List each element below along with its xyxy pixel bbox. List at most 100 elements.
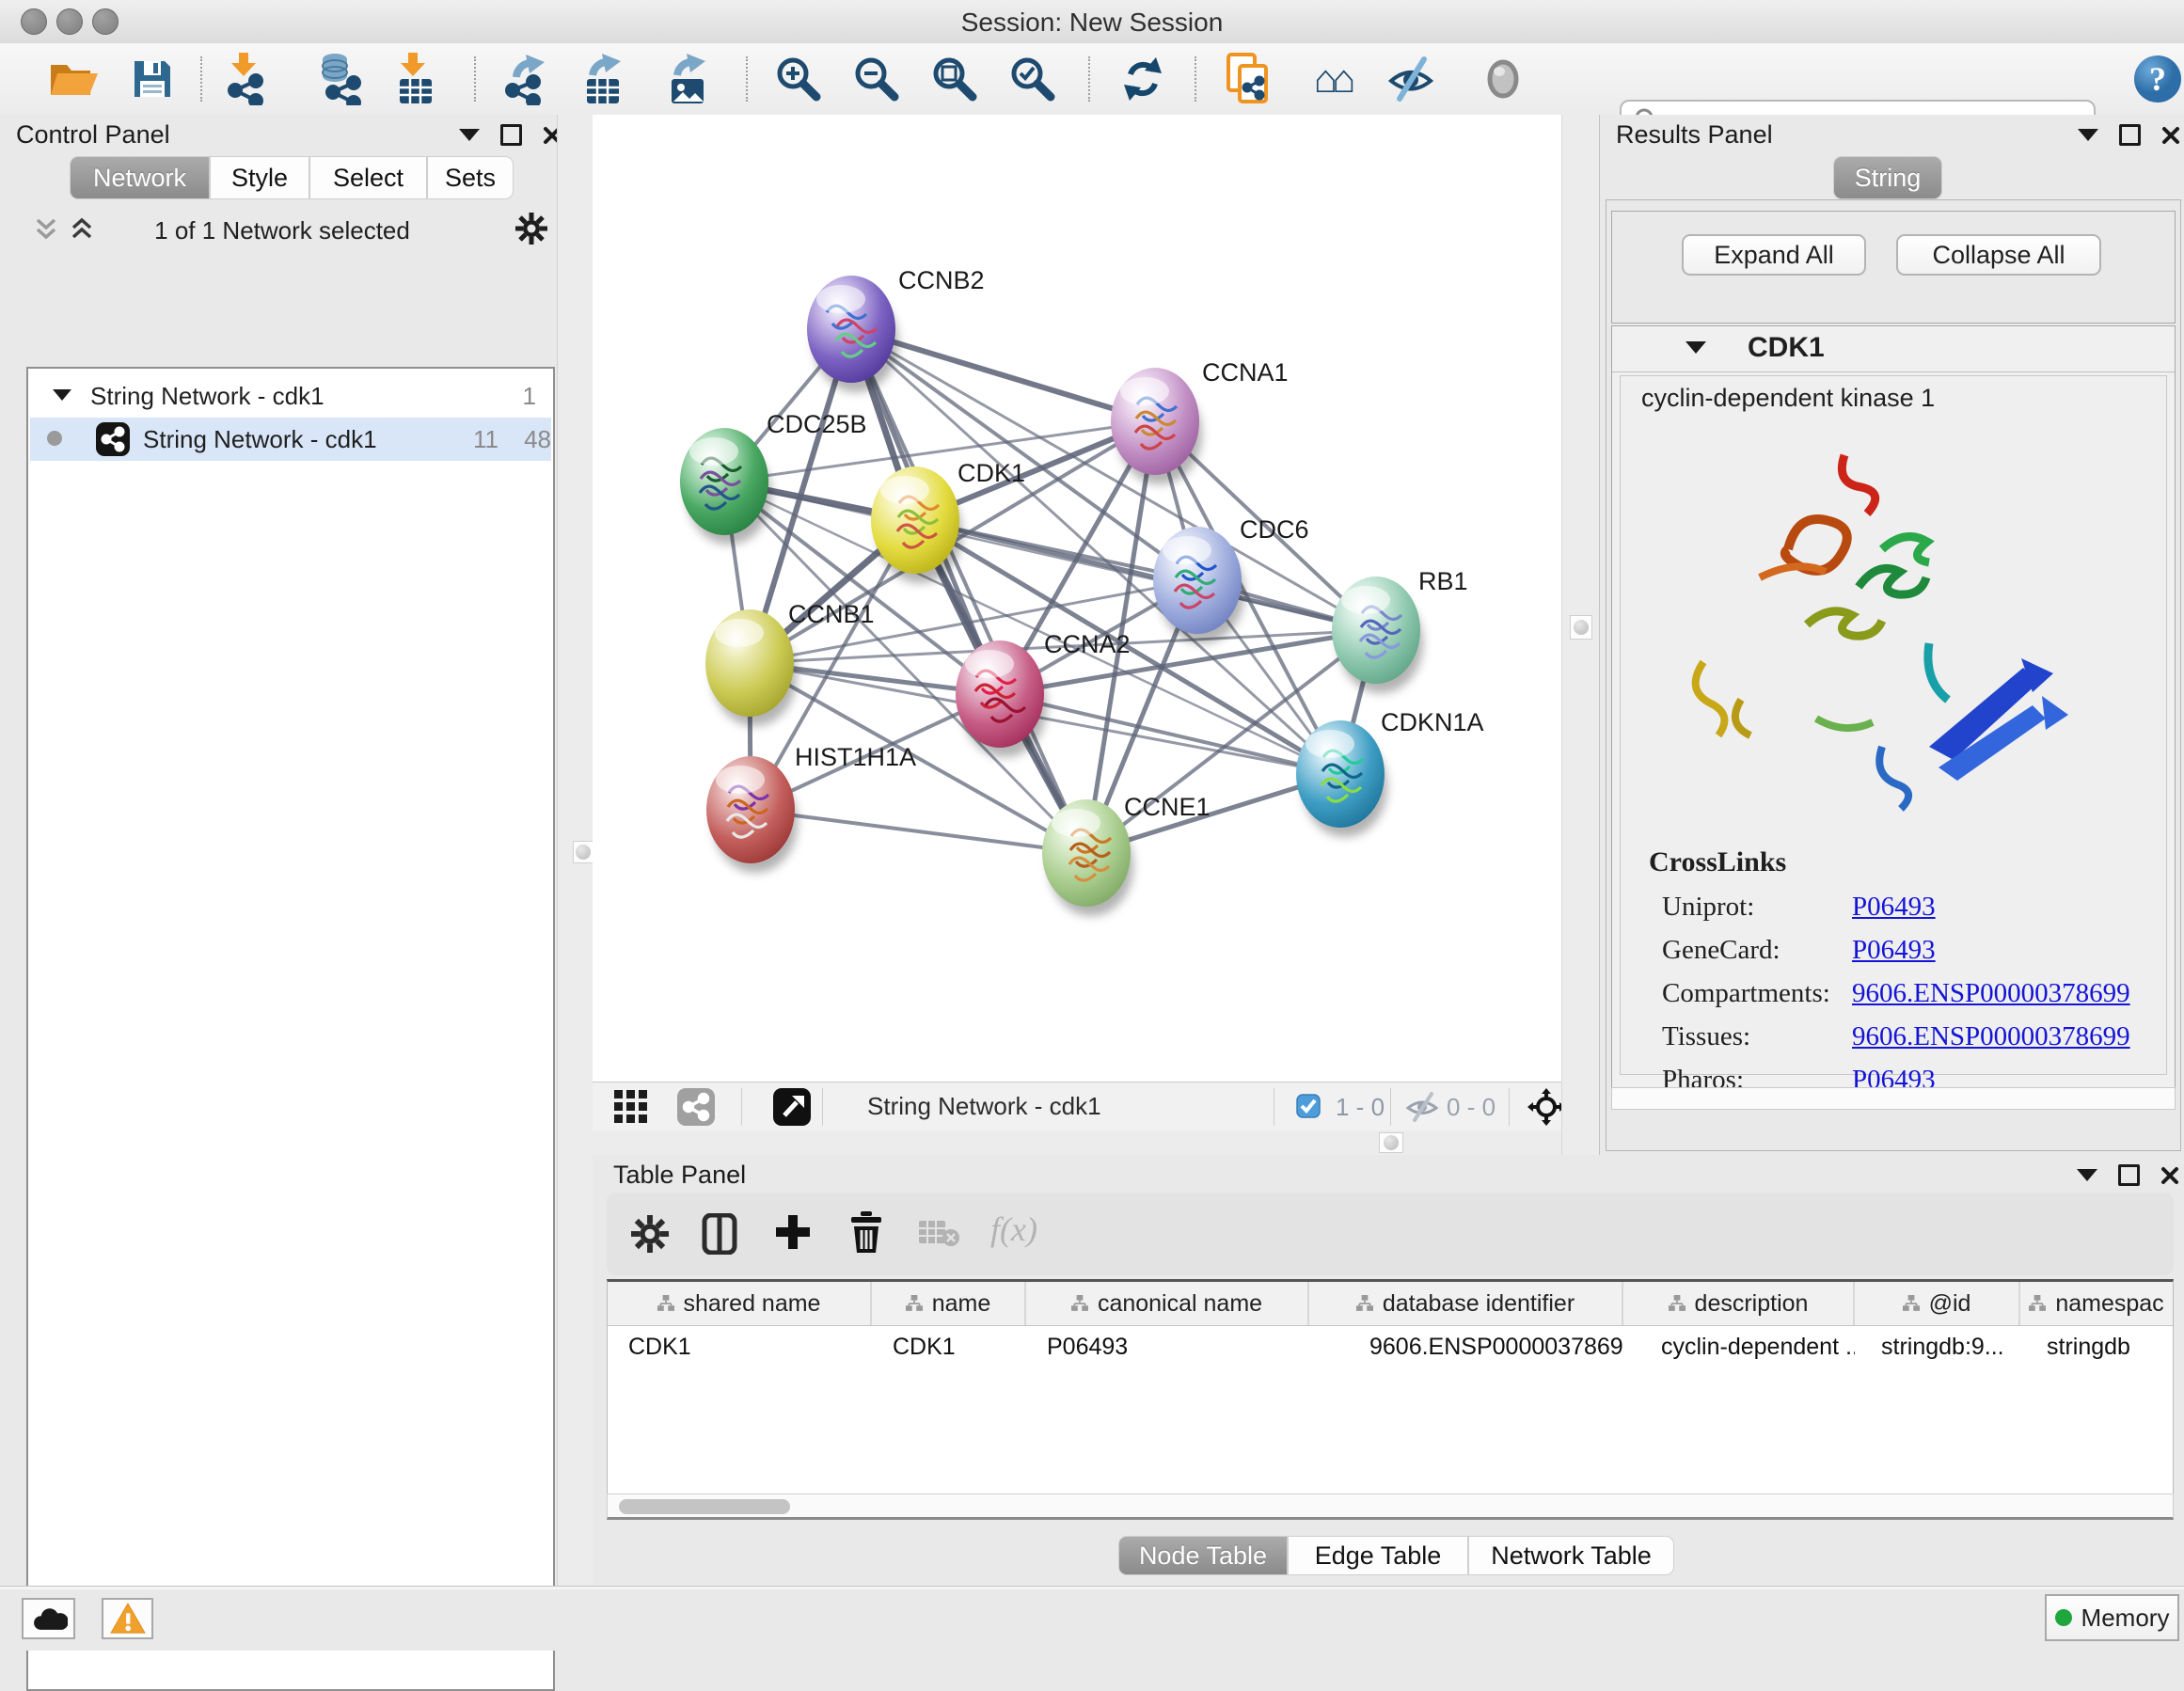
tab-style[interactable]: Style: [210, 156, 309, 199]
zoom-fit-icon[interactable]: [928, 53, 981, 105]
export-image-icon[interactable]: [663, 53, 716, 105]
collapse-panel-icon[interactable]: [2078, 129, 2098, 141]
zoom-in-icon[interactable]: [772, 53, 825, 105]
refresh-icon[interactable]: [1116, 53, 1169, 105]
export-network-icon[interactable]: [500, 53, 553, 105]
birds-eye-view-icon[interactable]: [773, 1088, 811, 1130]
column-header[interactable]: description: [1623, 1282, 1855, 1325]
network-tree-root-row[interactable]: String Network - cdk1 1: [28, 378, 553, 418]
column-label: canonical name: [1098, 1290, 1262, 1318]
tab-string[interactable]: String: [1833, 156, 1942, 199]
crosslink-value[interactable]: 9606.ENSP00000378699: [1852, 978, 2130, 1009]
show-columns-icon[interactable]: [701, 1213, 738, 1259]
selected-nodes-checkbox[interactable]: [1296, 1094, 1321, 1123]
close-panel-icon[interactable]: [2161, 126, 2180, 145]
crosslink-value[interactable]: P06493: [1852, 935, 1936, 966]
gene-expander-icon[interactable]: [1685, 341, 1706, 354]
column-header[interactable]: database identifier: [1309, 1282, 1623, 1325]
cell-canonical-name[interactable]: P06493: [1026, 1326, 1309, 1367]
string-view-icon[interactable]: [677, 1088, 715, 1130]
table-splitter-grip[interactable]: [1379, 1132, 1403, 1153]
table-hscrollbar[interactable]: [607, 1493, 2174, 1520]
tree-child-label: String Network - cdk1: [143, 425, 377, 454]
import-network-file-icon[interactable]: [221, 53, 274, 105]
cell-shared-name[interactable]: CDK1: [608, 1326, 872, 1367]
zoom-out-icon[interactable]: [850, 53, 903, 105]
collapse-all-button[interactable]: Collapse All: [1896, 234, 2101, 276]
export-table-icon[interactable]: [578, 53, 631, 105]
import-table-file-icon[interactable]: [391, 53, 444, 105]
right-splitter-grip[interactable]: [1570, 615, 1592, 640]
column-header[interactable]: namespac: [2020, 1282, 2173, 1325]
gene-section-header[interactable]: CDK1: [1612, 326, 2175, 372]
results-scrollbar[interactable]: [1611, 1087, 2176, 1110]
table-row[interactable]: CDK1 CDK1 P06493 9606.ENSP00000378699 cy…: [608, 1326, 2173, 1367]
tab-network-table[interactable]: Network Table: [1468, 1536, 1674, 1575]
control-panel-title: Control Panel: [16, 120, 170, 150]
table-hscrollbar-thumb[interactable]: [619, 1499, 790, 1514]
collapse-panel-icon[interactable]: [2077, 1169, 2097, 1181]
grid-view-icon[interactable]: [613, 1089, 649, 1130]
float-panel-icon[interactable]: [2118, 1164, 2140, 1186]
cell-database-identifier[interactable]: 9606.ENSP00000378699: [1309, 1326, 1623, 1367]
tree-expander-icon[interactable]: [53, 389, 71, 401]
edge-CCNB2-CCNE1[interactable]: [851, 329, 1086, 853]
new-network-from-selection-icon[interactable]: [1224, 53, 1276, 105]
crosslink-value[interactable]: P06493: [1852, 892, 1936, 923]
float-panel-icon[interactable]: [2119, 124, 2141, 146]
delete-column-icon[interactable]: [847, 1211, 885, 1259]
results-panel: Results Panel String Expand All Collapse…: [1599, 115, 2184, 1155]
cell-namespace[interactable]: stringdb: [2020, 1326, 2173, 1367]
expand-all-button[interactable]: Expand All: [1682, 234, 1866, 276]
left-splitter[interactable]: [557, 115, 593, 1586]
edge-HIST1H1A-CCNE1[interactable]: [751, 810, 1086, 853]
network-panel-gear-icon[interactable]: [515, 213, 547, 249]
save-session-icon[interactable]: [126, 53, 179, 105]
column-header[interactable]: canonical name: [1026, 1282, 1309, 1325]
show-all-icon[interactable]: [1477, 53, 1529, 105]
tab-edge-table[interactable]: Edge Table: [1288, 1536, 1468, 1575]
collapse-all-networks-icon[interactable]: [34, 216, 58, 247]
table-settings-gear-icon[interactable]: [631, 1215, 669, 1257]
cell-id[interactable]: stringdb:9...: [1855, 1326, 2020, 1367]
import-network-database-icon[interactable]: [313, 53, 366, 105]
add-column-icon[interactable]: [774, 1213, 812, 1256]
expand-all-networks-icon[interactable]: [70, 216, 94, 247]
tree-root-count: 1: [523, 382, 536, 411]
help-icon[interactable]: ?: [2131, 53, 2184, 105]
toolbar-separator: [1088, 56, 1090, 102]
cloud-status-button[interactable]: [22, 1598, 75, 1639]
memory-button[interactable]: Memory: [2045, 1594, 2179, 1641]
column-header[interactable]: name: [872, 1282, 1026, 1325]
table-toolbar: f(x): [607, 1193, 2174, 1275]
right-splitter[interactable]: [1561, 115, 1600, 1155]
expand-collapse-box: Expand All Collapse All: [1611, 211, 2176, 324]
hidden-eye-icon[interactable]: [1403, 1090, 1441, 1129]
attribute-icon: [1071, 1295, 1088, 1312]
column-header[interactable]: @id: [1855, 1282, 2020, 1325]
left-splitter-grip[interactable]: [573, 841, 593, 863]
hide-selected-icon[interactable]: [1385, 53, 1437, 105]
zoom-selected-icon[interactable]: [1006, 53, 1059, 105]
warnings-button[interactable]: [102, 1598, 153, 1639]
column-header[interactable]: shared name: [608, 1282, 872, 1325]
tab-select[interactable]: Select: [309, 156, 427, 199]
network-canvas[interactable]: CCNB2CCNA1CDC25BCDK1CDC6RB1CCNB1CCNA2CDK…: [593, 115, 1561, 1082]
float-panel-icon[interactable]: [500, 124, 522, 146]
table-splitter[interactable]: [593, 1130, 1561, 1155]
close-panel-icon[interactable]: [2160, 1166, 2179, 1185]
tab-network[interactable]: Network: [70, 156, 210, 199]
collapse-panel-icon[interactable]: [459, 129, 480, 141]
tab-node-table[interactable]: Node Table: [1118, 1536, 1288, 1575]
network-tree-child-row[interactable]: String Network - cdk1 11 48: [30, 418, 551, 461]
first-neighbors-icon[interactable]: ⌂⌂: [1306, 53, 1358, 105]
control-panel: Control Panel Network Style Select Sets …: [0, 115, 557, 1586]
tab-sets[interactable]: Sets: [427, 156, 514, 199]
cell-description[interactable]: cyclin-dependent ...: [1623, 1326, 1855, 1367]
toolbar-separator: [746, 56, 748, 102]
open-session-icon[interactable]: [48, 53, 101, 105]
pan-crosshair-icon[interactable]: [1527, 1088, 1565, 1130]
cell-name[interactable]: CDK1: [872, 1326, 1026, 1367]
crosslink-value[interactable]: 9606.ENSP00000378699: [1852, 1021, 2130, 1052]
node-label-CDC6: CDC6: [1240, 515, 1309, 544]
